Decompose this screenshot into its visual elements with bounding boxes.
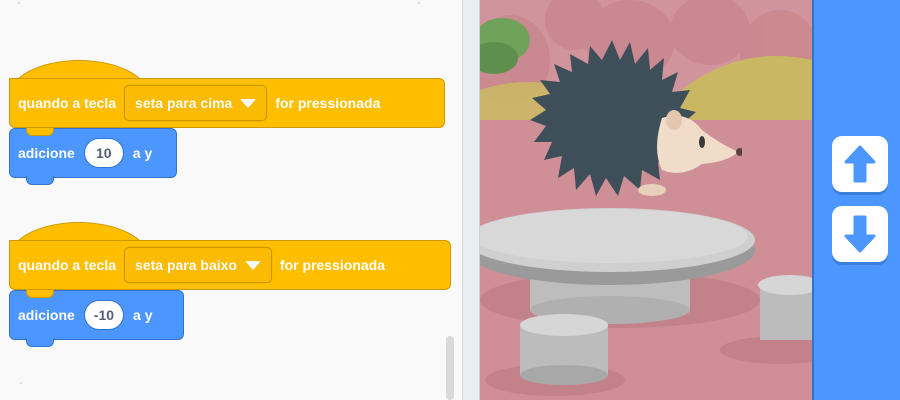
grid-dot xyxy=(20,382,22,384)
key-dropdown-label: seta para baixo xyxy=(135,257,237,273)
block-text: a y xyxy=(133,307,153,323)
down-arrow-button[interactable] xyxy=(832,206,888,262)
up-arrow-button[interactable] xyxy=(832,136,888,192)
block-text: a y xyxy=(132,145,153,161)
code-area[interactable]: quando a tecla seta para cima for pressi… xyxy=(0,0,462,400)
block-notch xyxy=(26,128,54,136)
key-dropdown[interactable]: seta para cima xyxy=(124,85,268,121)
arrow-down-icon xyxy=(844,215,876,253)
stage[interactable] xyxy=(480,0,812,400)
dropdown-caret-icon xyxy=(240,98,257,108)
block-notch xyxy=(26,338,54,347)
vertical-scrollbar[interactable] xyxy=(446,336,454,400)
change-y-block[interactable]: adicione 10 a y xyxy=(9,128,177,185)
block-text: adicione xyxy=(18,307,75,323)
key-dropdown-label: seta para cima xyxy=(135,95,233,111)
number-input[interactable]: 10 xyxy=(83,138,124,168)
arrow-up-icon xyxy=(844,145,876,183)
hat-block-body[interactable]: quando a tecla seta para baixo for press… xyxy=(9,240,451,290)
block-text: quando a tecla xyxy=(18,95,117,111)
grid-dot xyxy=(418,2,420,4)
hedgehog-sprite[interactable] xyxy=(502,40,742,210)
controls-panel xyxy=(812,0,900,400)
block-notch xyxy=(26,176,54,185)
block-text: for pressionada xyxy=(279,257,385,273)
block-text: adicione xyxy=(18,145,75,161)
grid-dot xyxy=(18,2,20,4)
key-dropdown[interactable]: seta para baixo xyxy=(124,247,272,283)
number-input[interactable]: -10 xyxy=(83,300,125,330)
block-notch xyxy=(26,290,54,298)
dropdown-caret-icon xyxy=(244,260,261,270)
panel-divider xyxy=(462,0,480,400)
change-y-block[interactable]: adicione -10 a y xyxy=(9,290,184,347)
block-text: quando a tecla xyxy=(18,257,117,273)
block-text: for pressionada xyxy=(275,95,381,111)
hat-block-body[interactable]: quando a tecla seta para cima for pressi… xyxy=(9,78,445,128)
